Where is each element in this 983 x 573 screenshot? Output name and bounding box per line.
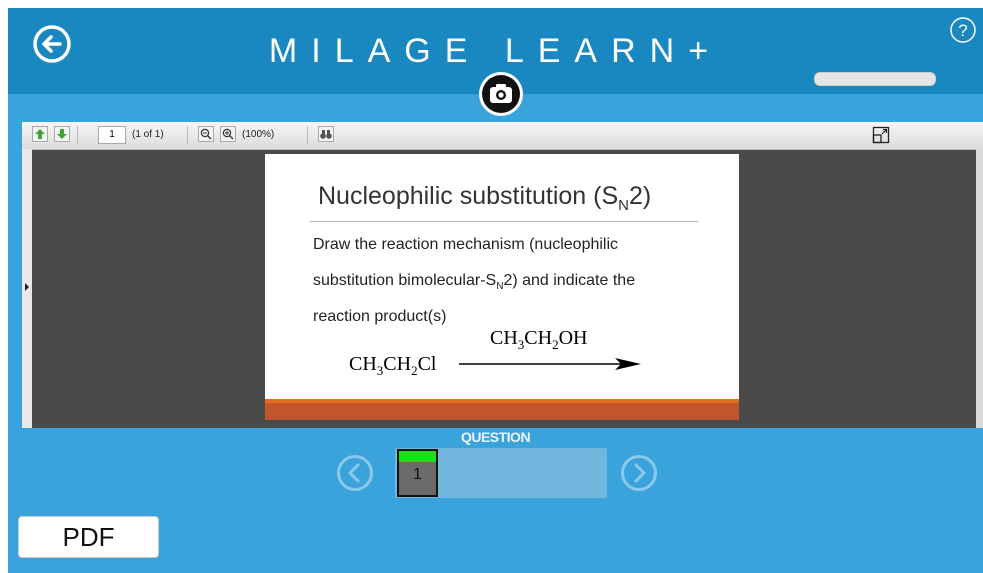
sidebar-toggle[interactable] — [22, 149, 32, 428]
question-label: QUESTION — [460, 429, 531, 445]
reaction-arrow-icon — [459, 358, 641, 370]
pdf-button[interactable]: PDF — [18, 516, 159, 558]
title-divider — [310, 221, 698, 222]
svg-text:?: ? — [958, 21, 967, 40]
fullscreen-icon — [872, 126, 890, 144]
document-viewer: 1 (1 of 1) (100%) Nucleophilic substitut… — [22, 122, 983, 428]
toolbar-divider — [187, 126, 188, 144]
camera-icon — [482, 75, 520, 113]
reaction-reagent: CH3CH2OH — [490, 327, 588, 352]
toolbar-divider — [77, 126, 78, 144]
next-page-button[interactable] — [54, 126, 70, 142]
progress-bar — [814, 72, 936, 86]
help-icon: ? — [950, 17, 976, 43]
answered-indicator — [399, 451, 436, 462]
toolbar-divider — [307, 126, 308, 144]
slide-text-line: Draw the reaction mechanism (nucleophili… — [313, 236, 619, 253]
arrow-up-icon — [35, 129, 45, 139]
arrow-down-icon — [57, 129, 67, 139]
page-count: (1 of 1) — [132, 129, 164, 140]
app-title: MILAGE LEARN+ — [268, 32, 723, 70]
binoculars-icon — [320, 130, 332, 139]
slide-page: Nucleophilic substitution (SN2) Draw the… — [265, 154, 739, 420]
slide-title: Nucleophilic substitution (SN2) — [318, 182, 652, 214]
slide-text-line: reaction product(s) — [313, 308, 447, 325]
help-button[interactable]: ? — [949, 16, 977, 44]
app-window: MILAGE LEARN+ ? 1 (1 of 1) (100%) Nucleo… — [8, 8, 983, 573]
page-number-input[interactable]: 1 — [98, 126, 126, 144]
slide-text-line: substitution bimolecular-SN2) and indica… — [313, 272, 636, 293]
camera-button[interactable] — [479, 72, 523, 116]
question-item[interactable]: 1 — [397, 449, 438, 497]
next-question-button[interactable] — [620, 454, 658, 492]
zoom-in-button[interactable] — [220, 126, 236, 142]
zoom-in-icon — [222, 128, 234, 140]
search-button[interactable] — [318, 126, 334, 142]
question-number: 1 — [413, 466, 422, 483]
chevron-right-icon — [621, 455, 657, 491]
fullscreen-button[interactable] — [872, 126, 890, 144]
zoom-level: (100%) — [242, 129, 275, 140]
caret-right-icon — [25, 283, 29, 291]
previous-question-button[interactable] — [336, 454, 374, 492]
vertical-scrollbar[interactable] — [976, 149, 983, 428]
previous-page-button[interactable] — [32, 126, 48, 142]
zoom-out-button[interactable] — [198, 126, 214, 142]
zoom-out-icon — [200, 128, 212, 140]
chevron-left-icon — [337, 455, 373, 491]
slide-footer-bar — [265, 403, 739, 420]
viewer-toolbar: 1 (1 of 1) (100%) — [22, 122, 983, 150]
reaction-reactant: CH3CH2Cl — [349, 353, 437, 378]
